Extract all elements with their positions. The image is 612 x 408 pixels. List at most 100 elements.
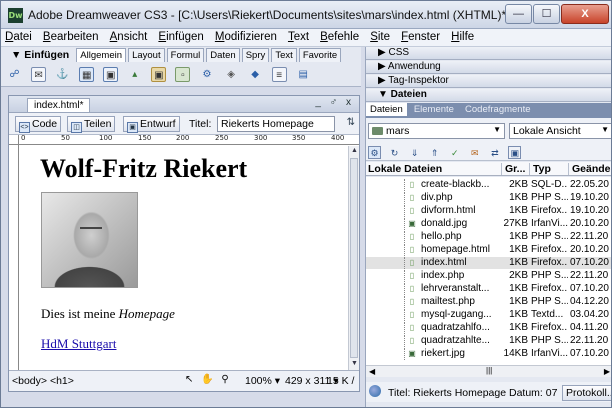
file-type: PHP S... xyxy=(531,192,568,203)
panel-css[interactable]: ▶ CSS xyxy=(366,47,611,60)
menu-einfuegen[interactable]: Einfügen xyxy=(154,29,207,45)
zoom-select[interactable]: 100% ▾ xyxy=(245,375,280,387)
close-button[interactable]: X xyxy=(561,4,609,24)
tab-elemente[interactable]: Elemente xyxy=(410,103,458,116)
log-button[interactable]: Protokoll... xyxy=(562,385,611,401)
put-files-icon[interactable]: ⇑ xyxy=(428,147,441,160)
select-tool-icon[interactable]: ↖ xyxy=(185,374,193,385)
tab-codefragmente[interactable]: Codefragmente xyxy=(461,103,534,116)
synchronize-icon[interactable]: ⇄ xyxy=(488,147,501,160)
file-row[interactable]: ▯ create-blackb... 2KB SQL-D... 22.05.20 xyxy=(366,179,611,191)
file-row[interactable]: ▣ donald.jpg 27KB IrfanVi... 20.10.20 xyxy=(366,218,611,230)
insert-tab-spry[interactable]: Spry xyxy=(241,48,270,62)
col-groesse[interactable]: Gr... xyxy=(501,163,525,175)
insert-tab-favoriten[interactable]: Favorite xyxy=(298,48,342,62)
scroll-grip-icon[interactable]: ||| xyxy=(486,366,492,375)
menu-befehle[interactable]: Befehle xyxy=(316,29,363,45)
menu-fenster[interactable]: Fenster xyxy=(397,29,444,45)
comment-icon[interactable]: ◈ xyxy=(224,67,239,82)
hdm-stuttgart-link[interactable]: HdM Stuttgart xyxy=(41,336,116,352)
scroll-down-icon[interactable]: ▼ xyxy=(350,360,359,369)
file-row[interactable]: ▯ mailtest.php 1KB PHP S... 04.12.20 xyxy=(366,296,611,308)
maximize-button[interactable]: ☐ xyxy=(533,4,560,24)
div-icon[interactable]: ▣ xyxy=(103,67,119,82)
email-link-icon[interactable]: ✉ xyxy=(31,67,47,82)
file-row[interactable]: ▯ hello.php 1KB PHP S... 22.11.20 xyxy=(366,231,611,243)
tab-dateien[interactable]: Dateien xyxy=(366,103,407,116)
col-lokale-dateien[interactable]: Lokale Dateien xyxy=(368,163,442,175)
col-typ[interactable]: Typ xyxy=(529,163,551,175)
scroll-right-icon[interactable]: ▶ xyxy=(604,367,610,376)
refresh-icon[interactable]: ↻ xyxy=(388,147,401,160)
code-view-button[interactable]: <> Code xyxy=(15,116,62,133)
files-horizontal-scrollbar[interactable]: ◀ ||| ▶ xyxy=(366,365,611,377)
files-status-bar: Titel: Riekerts Homepage Datum: 07 Proto… xyxy=(366,382,611,402)
menu-ansicht[interactable]: Ansicht xyxy=(106,29,152,45)
script-icon[interactable]: ≡ xyxy=(271,67,287,82)
file-row[interactable]: ▣ riekert.jpg 14KB IrfanVi... 07.10.20 xyxy=(366,348,611,360)
menu-modifizieren[interactable]: Modifizieren xyxy=(211,29,281,45)
menu-site[interactable]: Site xyxy=(366,29,394,45)
design-view-button[interactable]: ▣ Entwurf xyxy=(123,116,180,133)
insert-tab-allgemein[interactable]: Allgemein xyxy=(76,48,127,62)
col-geaendert[interactable]: Geände xyxy=(568,163,611,175)
tag-selector[interactable]: <body> <h1> xyxy=(12,375,74,387)
design-vertical-scrollbar[interactable]: ▲ ▼ xyxy=(348,146,359,370)
insert-tab-layout[interactable]: Layout xyxy=(128,48,165,62)
design-view-canvas[interactable]: Wolf-Fritz Riekert Dies ist meine Homepa… xyxy=(20,146,348,370)
panel-dateien[interactable]: ▼ Dateien xyxy=(366,89,611,102)
connect-icon[interactable]: ⚙ xyxy=(368,146,381,159)
scroll-left-icon[interactable]: ◀ xyxy=(369,367,375,376)
template-icon[interactable]: ▤ xyxy=(296,67,311,82)
split-view-button[interactable]: ◫ Teilen xyxy=(67,116,116,133)
menu-text[interactable]: Text xyxy=(284,29,313,45)
intro-paragraph[interactable]: Dies ist meine Homepage xyxy=(41,306,175,322)
image-icon[interactable]: ▴ xyxy=(127,67,142,82)
check-in-icon[interactable]: ✉ xyxy=(468,147,481,160)
menu-bearbeiten[interactable]: Bearbeiten xyxy=(39,29,103,45)
insert-tab-formular[interactable]: Formul xyxy=(166,48,205,62)
document-title-input[interactable] xyxy=(217,116,335,132)
expand-panel-icon[interactable]: ▣ xyxy=(508,146,522,159)
hand-tool-icon[interactable]: ✋ xyxy=(201,374,213,385)
view-select[interactable]: Lokale Ansicht ▼ xyxy=(509,123,611,139)
named-anchor-icon[interactable]: ⚓ xyxy=(55,67,70,82)
insert-tab-text[interactable]: Text xyxy=(271,48,297,62)
minimize-button[interactable]: — xyxy=(505,4,532,24)
document-tab-index-html[interactable]: index.html* xyxy=(27,98,91,112)
scroll-thumb[interactable] xyxy=(350,158,358,358)
panel-tag-inspektor[interactable]: ▶ Tag-Inspektor xyxy=(366,75,611,88)
file-row[interactable]: ▯ lehrveranstalt... 1KB Firefox... 07.10.20 xyxy=(366,283,611,295)
file-management-icon[interactable]: ⇅ xyxy=(347,117,355,128)
file-row[interactable]: ▯ divform.html 1KB Firefox... 19.10.20 xyxy=(366,205,611,217)
file-name: index.php xyxy=(421,270,465,281)
menu-hilfe[interactable]: Hilfe xyxy=(447,29,478,45)
panel-anwendung[interactable]: ▶ Anwendung xyxy=(366,61,611,74)
head-icon[interactable]: ◆ xyxy=(248,67,263,82)
portrait-photo[interactable] xyxy=(41,192,138,288)
file-row[interactable]: ▯ quadratzahlfo... 1KB Firefox... 04.11.20 xyxy=(366,322,611,334)
hyperlink-icon[interactable]: ☍ xyxy=(7,67,22,82)
insert-tab-daten[interactable]: Daten xyxy=(206,48,240,62)
media-icon[interactable]: ▣ xyxy=(151,67,167,82)
file-row[interactable]: ▯ quadratzahlte... 1KB PHP S... 22.11.20 xyxy=(366,335,611,347)
server-include-icon[interactable]: ⚙ xyxy=(200,67,215,82)
scroll-up-icon[interactable]: ▲ xyxy=(350,147,359,156)
page-heading[interactable]: Wolf-Fritz Riekert xyxy=(40,154,247,184)
check-out-icon[interactable]: ✓ xyxy=(448,147,461,160)
site-select[interactable]: mars ▼ xyxy=(368,123,505,139)
file-row[interactable]: ▯ div.php 1KB PHP S... 19.10.20 xyxy=(366,192,611,204)
menu-datei[interactable]: Datei xyxy=(1,29,36,45)
file-row[interactable]: ▯ index.php 2KB PHP S... 22.11.20 xyxy=(366,270,611,282)
document-window-controls[interactable]: _ ♂ x xyxy=(315,97,354,108)
file-row[interactable]: ▯ mysql-zugang... 1KB Textd... 03.04.20 xyxy=(366,309,611,321)
file-row[interactable]: ▯ index.html 1KB Firefox... 07.10.20 xyxy=(366,257,611,269)
file-icon: ▯ xyxy=(409,284,415,293)
zoom-tool-icon[interactable]: ⚲ xyxy=(221,374,228,385)
document-tab-row: index.html* _ ♂ x xyxy=(9,96,359,113)
insert-panel-heading[interactable]: ▼ Einfügen xyxy=(1,48,73,61)
get-files-icon[interactable]: ⇓ xyxy=(408,147,421,160)
file-row[interactable]: ▯ homepage.html 1KB Firefox... 20.10.20 xyxy=(366,244,611,256)
date-icon[interactable]: ▫ xyxy=(175,67,191,82)
table-icon[interactable]: ▦ xyxy=(79,67,95,82)
